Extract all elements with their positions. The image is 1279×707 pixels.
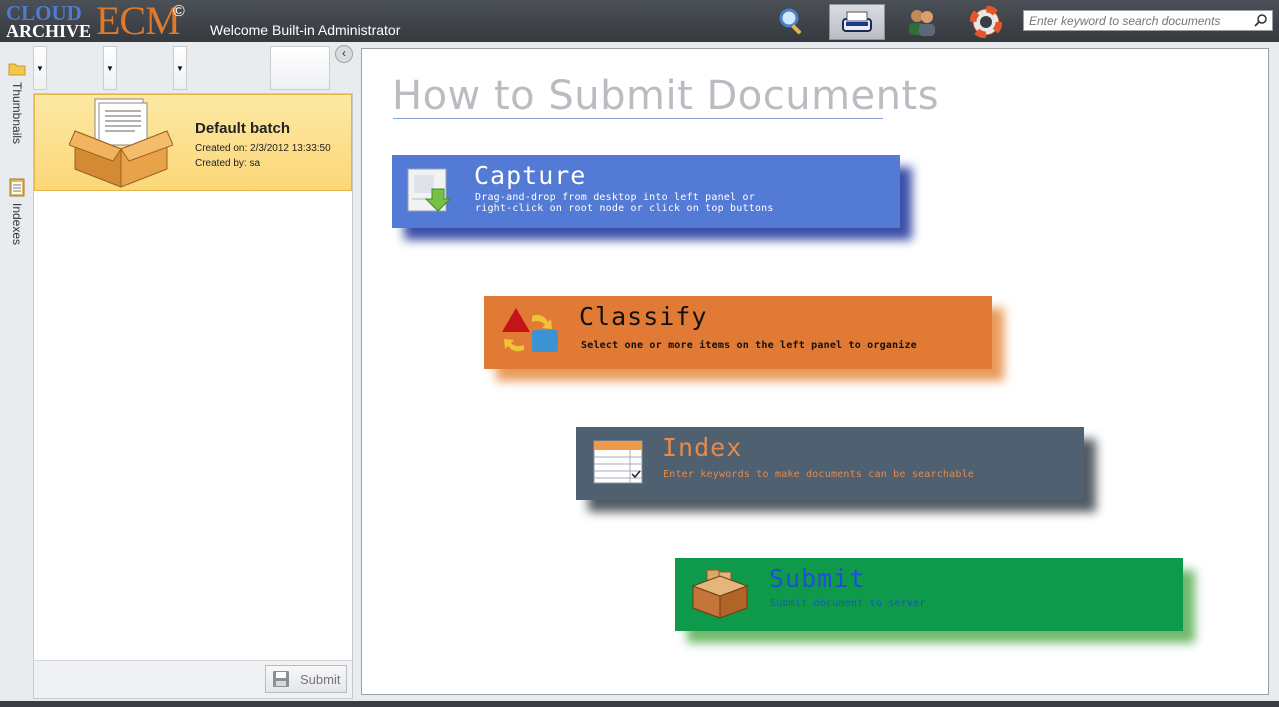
- step-capture-title: Capture: [474, 161, 587, 190]
- step-classify-title: Classify: [579, 302, 708, 331]
- bottom-edge: [0, 701, 1279, 707]
- batch-panel: Default batch Created on: 2/3/2012 13:33…: [33, 93, 353, 699]
- users-icon: [909, 10, 935, 36]
- page-title: How to Submit Documents: [392, 73, 940, 119]
- search-icon[interactable]: [1254, 13, 1268, 27]
- capture-icon: [407, 168, 452, 212]
- collapse-panel-button[interactable]: ‹: [335, 45, 353, 63]
- webcam-button[interactable]: ▼: [173, 46, 581, 137]
- step-classify[interactable]: Classify Select one or more items on the…: [484, 296, 1004, 381]
- logo-copyright: ©: [173, 3, 185, 20]
- tab-thumbnails-label: Thumbnails: [10, 82, 24, 145]
- step-submit-title: Submit: [769, 564, 866, 593]
- search-nav-button[interactable]: [764, 4, 820, 40]
- step-submit-desc: Submit document to server: [770, 598, 926, 609]
- step-index-title: Index: [662, 433, 743, 462]
- submit-box-icon: [691, 569, 749, 619]
- main-content: How to Submit Documents Capture Drag-and…: [361, 48, 1269, 695]
- step-submit[interactable]: Submit Submit document to server: [675, 558, 1195, 643]
- step-capture[interactable]: Capture Drag-and-drop from desktop into …: [392, 155, 912, 240]
- batch-name: Default batch: [195, 120, 291, 137]
- chevron-down-icon[interactable]: ▼: [34, 47, 46, 89]
- tab-indexes[interactable]: Indexes: [3, 177, 31, 245]
- side-tab-strip: Thumbnails Indexes: [3, 52, 31, 652]
- step-index-desc: Enter keywords to make documents can be …: [663, 469, 975, 480]
- help-lifebuoy-icon: [970, 6, 1002, 38]
- scanner-icon: [842, 11, 872, 32]
- step-card: [675, 558, 1183, 631]
- settings-button[interactable]: [270, 46, 690, 137]
- capture-toolbar: ▼ ▼ ▼ ‹: [33, 45, 690, 137]
- batch-item-default[interactable]: Default batch Created on: 2/3/2012 13:33…: [34, 94, 352, 191]
- step-index[interactable]: Index Enter keywords to make documents c…: [576, 427, 1096, 512]
- title-underline: [393, 118, 883, 119]
- submit-button-label: Submit: [300, 671, 341, 687]
- floppy-disk-icon: [273, 671, 289, 687]
- chevron-down-icon[interactable]: ▼: [104, 47, 116, 89]
- search-box: [1023, 10, 1273, 31]
- scan-button[interactable]: ▼: [33, 46, 441, 137]
- logo-archive: ARCHIVE: [6, 21, 92, 41]
- logo-cloud: CLOUD: [6, 1, 82, 25]
- app-logo: CLOUD ARCHIVE ECM ©: [6, 0, 196, 43]
- search-icon: [779, 8, 802, 35]
- help-nav-button[interactable]: [958, 4, 1014, 40]
- panel-footer: Submit: [34, 660, 352, 698]
- users-nav-button[interactable]: [894, 4, 950, 40]
- capture-nav-button[interactable]: [829, 4, 885, 40]
- batch-box-icon: [69, 98, 173, 188]
- tab-thumbnails[interactable]: Thumbnails: [3, 62, 31, 144]
- folder-icon: [8, 63, 26, 76]
- tab-indexes-label: Indexes: [10, 203, 24, 246]
- logo-ecm: ECM: [96, 0, 181, 43]
- batch-created-by: Created by: sa: [195, 158, 261, 169]
- step-classify-desc: Select one or more items on the left pan…: [581, 340, 917, 351]
- submit-button[interactable]: Submit: [265, 665, 347, 693]
- top-bar: CLOUD ARCHIVE ECM © Welcome Built-in Adm…: [0, 0, 1279, 42]
- clipboard-icon: [9, 178, 25, 197]
- import-button[interactable]: ▼: [103, 46, 511, 137]
- search-input[interactable]: [1024, 11, 1246, 30]
- classify-icon: [502, 308, 558, 352]
- step-card: [576, 427, 1084, 500]
- welcome-text: Welcome Built-in Administrator: [210, 22, 401, 38]
- step-card: [484, 296, 992, 369]
- batch-created-on: Created on: 2/3/2012 13:33:50: [195, 143, 331, 154]
- chevron-down-icon[interactable]: ▼: [174, 47, 186, 89]
- index-icon: [593, 440, 643, 484]
- step-capture-desc: Drag-and-drop from desktop into left pan…: [475, 192, 774, 214]
